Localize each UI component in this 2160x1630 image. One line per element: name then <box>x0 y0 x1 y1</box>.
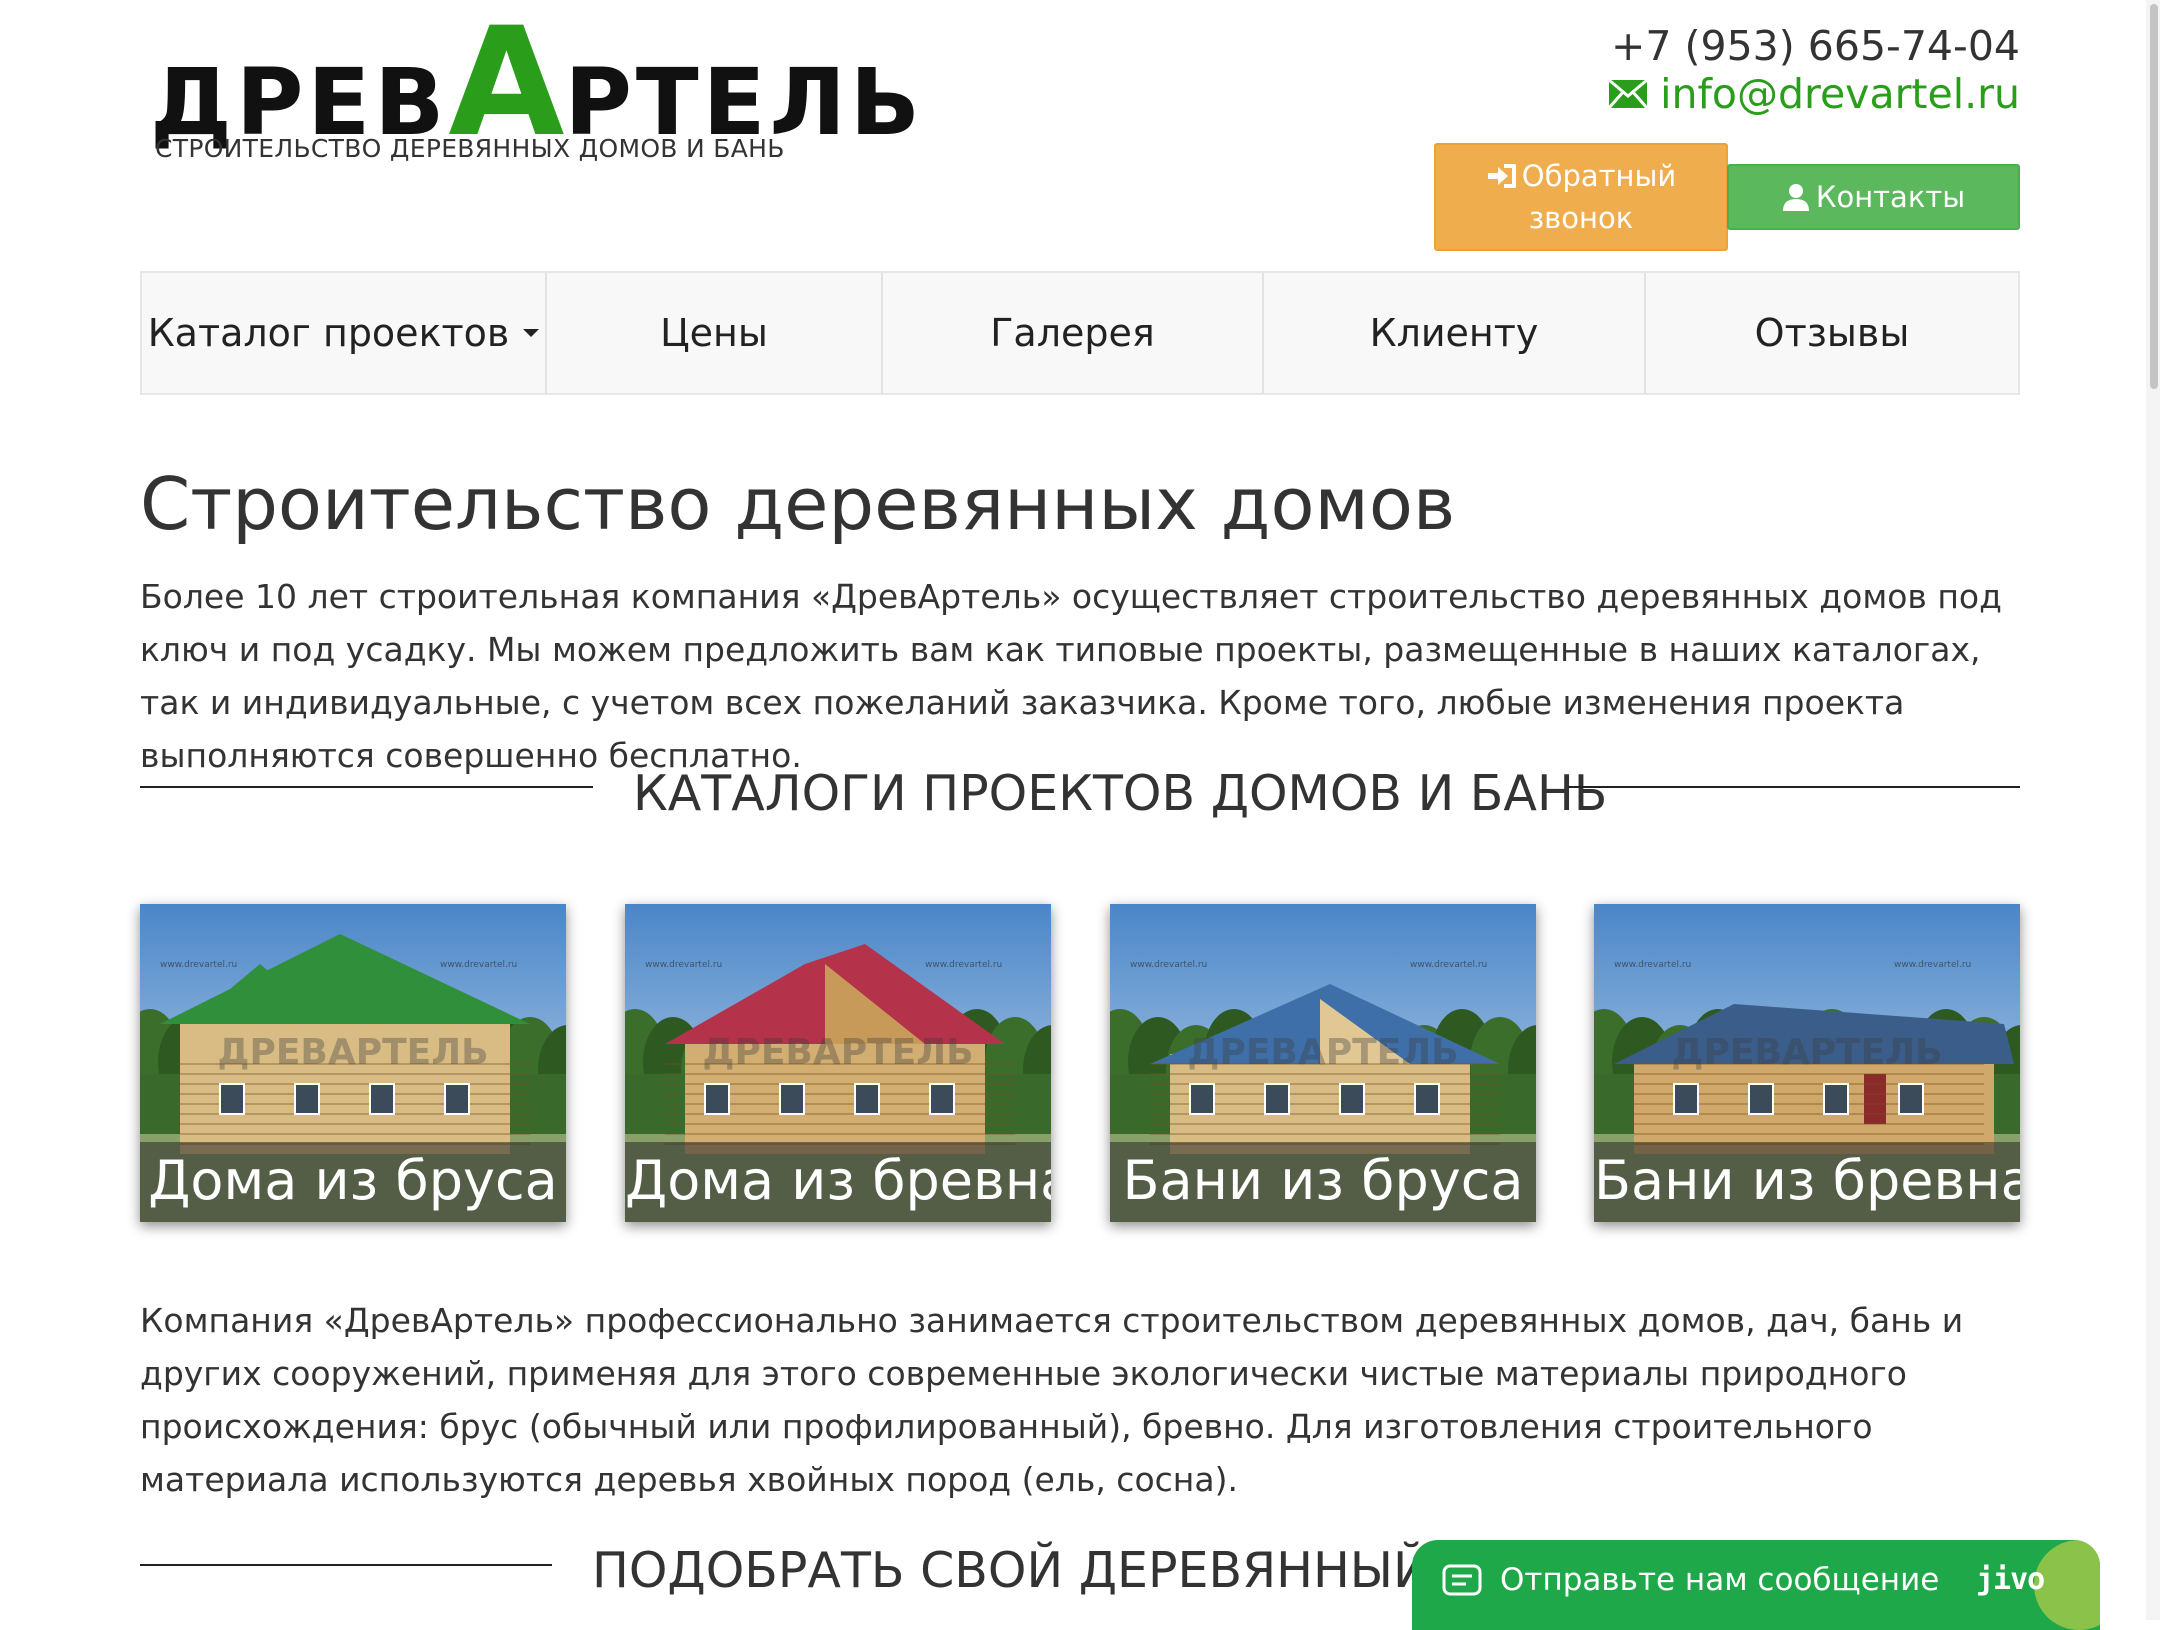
callback-button[interactable]: Обратный звонок <box>1434 143 1728 251</box>
catalog-card[interactable]: www.drevartel.ru www.drevartel.ru ДРЕВАРТЕ… <box>1110 904 1536 1222</box>
catalog-card[interactable]: www.drevartel.ru www.drevartel.ru ДРЕВАРТЕ… <box>140 904 566 1222</box>
chat-prompt: Отправьте нам сообщение <box>1500 1562 1940 1598</box>
catalogs-heading: КАТАЛОГИ ПРОЕКТОВ ДОМОВ И БАНЬ <box>633 765 1608 822</box>
nav-item-label: Отзывы <box>1754 311 1910 355</box>
catalog-card-label: Дома из бруса <box>140 1142 566 1222</box>
nav-item-reviews[interactable]: Отзывы <box>1646 273 2018 393</box>
contacts-button[interactable]: Контакты <box>1727 164 2020 230</box>
nav-item-client[interactable]: Клиенту <box>1264 273 1646 393</box>
scrollbar-thumb[interactable] <box>2150 4 2158 389</box>
caret-down-icon <box>523 329 540 337</box>
svg-text:www.drevartel.ru: www.drevartel.ru <box>1410 960 1487 970</box>
chat-widget[interactable]: Отправьте нам сообщение jivo <box>1412 1540 2100 1630</box>
main-nav: Каталог проектов Цены Галерея Клиенту От… <box>140 271 2020 395</box>
svg-text:www.drevartel.ru: www.drevartel.ru <box>440 960 517 970</box>
contacts-label: Контакты <box>1815 180 1966 214</box>
catalog-card[interactable]: www.drevartel.ru www.drevartel.ru ДРЕВАРТЕ… <box>1594 904 2020 1222</box>
catalog-card-label: Бани из бревна <box>1594 1142 2020 1222</box>
svg-text:ДРЕВАРТЕЛЬ: ДРЕВАРТЕЛЬ <box>1671 1032 1942 1073</box>
nav-item-label: Клиенту <box>1369 311 1539 355</box>
svg-text:www.drevartel.ru: www.drevartel.ru <box>925 960 1002 970</box>
logo-subtitle: СТРОИТЕЛЬСТВО ДЕРЕВЯННЫХ ДОМОВ И БАНЬ <box>155 134 785 163</box>
catalog-card[interactable]: www.drevartel.ru www.drevartel.ru ДРЕВАРТЕ… <box>625 904 1051 1222</box>
svg-text:ДРЕВАРТЕЛЬ: ДРЕВАРТЕЛЬ <box>702 1032 973 1073</box>
email-link[interactable]: info@drevartel.ru <box>1608 70 2020 118</box>
email-text: info@drevartel.ru <box>1660 70 2020 118</box>
user-icon <box>1782 184 1809 211</box>
svg-text:ДРЕВАРТЕЛЬ: ДРЕВАРТЕЛЬ <box>217 1032 488 1073</box>
intro-text: Более 10 лет строительная компания «Древ… <box>140 577 2002 775</box>
page-title: Строительство деревянных домов <box>140 462 1456 546</box>
phone-number[interactable]: +7 (953) 665-74-04 <box>1611 22 2020 70</box>
catalog-card-label: Бани из бруса <box>1110 1142 1536 1222</box>
nav-item-prices[interactable]: Цены <box>547 273 883 393</box>
divider-right <box>1568 786 2020 788</box>
nav-item-label: Каталог проектов <box>147 311 510 355</box>
svg-text:ДРЕВАРТЕЛЬ: ДРЕВАРТЕЛЬ <box>1187 1032 1458 1073</box>
svg-text:www.drevartel.ru: www.drevartel.ru <box>1894 960 1971 970</box>
sign-in-icon <box>1487 164 1516 188</box>
nav-item-catalog[interactable]: Каталог проектов <box>142 273 547 393</box>
divider-left-2 <box>140 1564 552 1566</box>
svg-text:www.drevartel.ru: www.drevartel.ru <box>1614 960 1691 970</box>
chat-brand: jivo <box>1976 1562 2045 1597</box>
svg-text:www.drevartel.ru: www.drevartel.ru <box>1130 960 1207 970</box>
nav-item-label: Галерея <box>990 311 1155 355</box>
svg-text:www.drevartel.ru: www.drevartel.ru <box>645 960 722 970</box>
nav-item-gallery[interactable]: Галерея <box>883 273 1264 393</box>
envelope-icon <box>1608 79 1649 109</box>
message-icon <box>1442 1564 1482 1596</box>
callback-line1: Обратный <box>1521 159 1677 193</box>
company-text: Компания «ДревАртель» профессионально за… <box>140 1301 1964 1499</box>
catalog-card-label: Дома из бревна <box>625 1142 1051 1222</box>
callback-line2: звонок <box>1528 201 1634 235</box>
nav-item-label: Цены <box>660 311 768 355</box>
divider-left <box>140 786 593 788</box>
svg-text:www.drevartel.ru: www.drevartel.ru <box>160 960 237 970</box>
